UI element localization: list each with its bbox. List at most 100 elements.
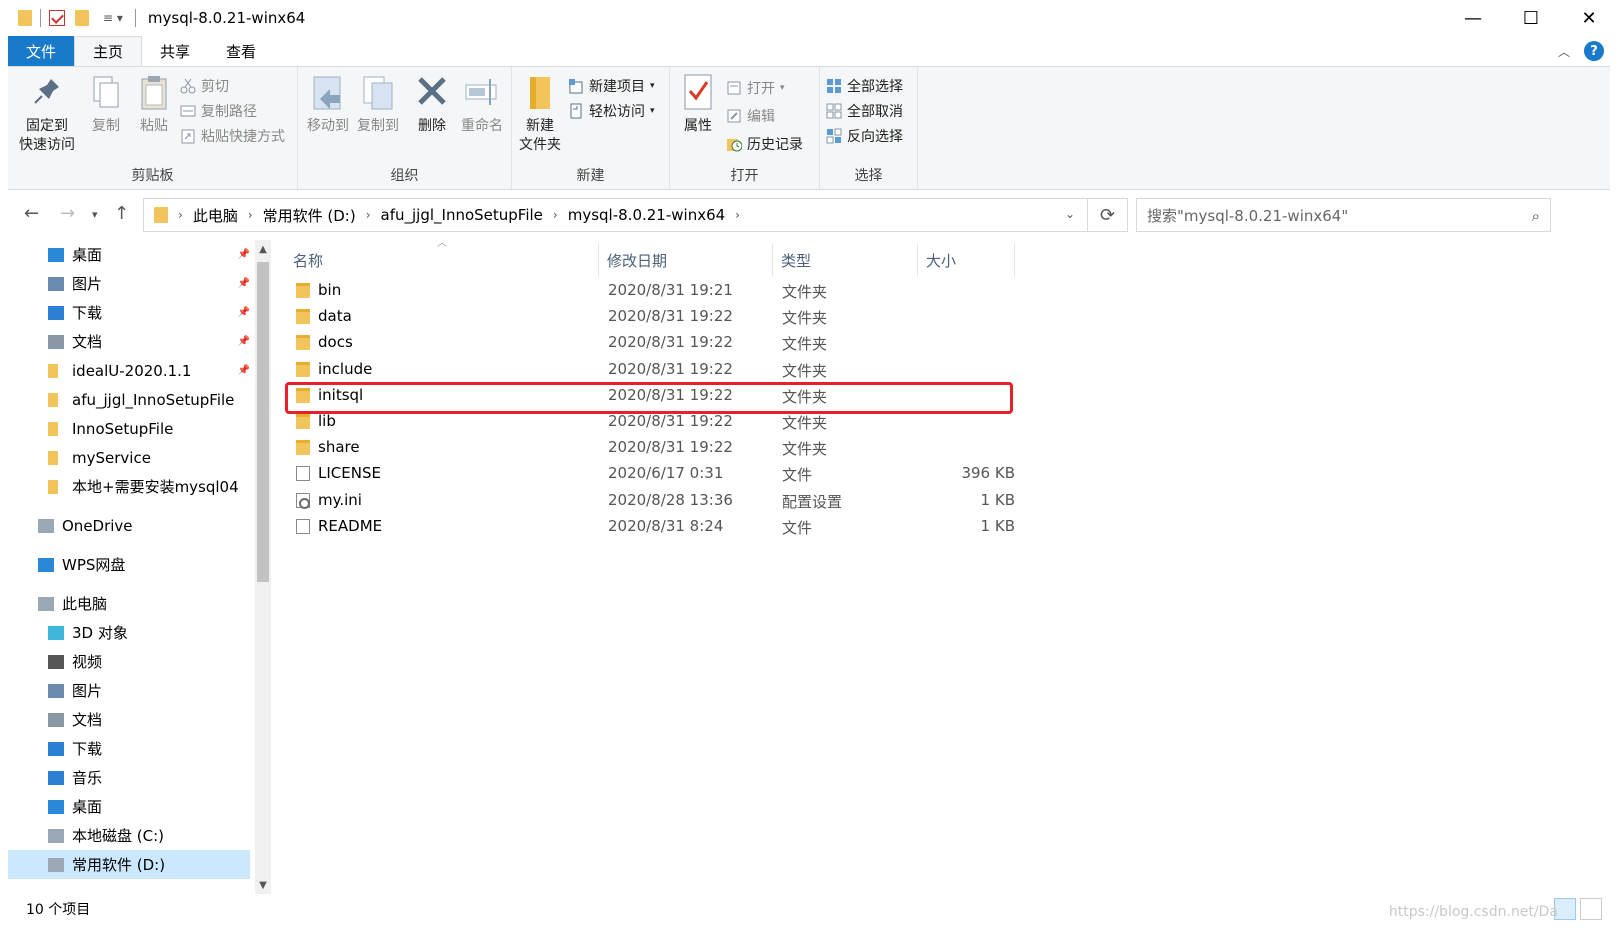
column-header-type[interactable]: 类型 xyxy=(773,244,918,276)
nav-item[interactable]: myService xyxy=(8,443,250,472)
nav-item[interactable]: 桌面 xyxy=(8,792,250,821)
delete-button[interactable]: 删除 xyxy=(412,73,452,136)
breadcrumb-afu-folder[interactable]: afu_jjgl_InnoSetupFile xyxy=(381,206,543,224)
tab-file[interactable]: 文件 xyxy=(8,36,74,66)
new-item-button[interactable]: 新建项目 ▾ xyxy=(568,75,655,97)
forward-button[interactable]: → xyxy=(60,203,75,224)
nav-item[interactable]: 视频 xyxy=(8,647,250,676)
nav-item[interactable]: 下载 xyxy=(8,734,250,763)
new-folder-icon[interactable] xyxy=(75,10,89,26)
close-button[interactable]: ✕ xyxy=(1560,0,1618,36)
help-icon[interactable]: ? xyxy=(1584,41,1604,61)
highlight-box xyxy=(285,382,1013,414)
nav-item[interactable]: idealU-2020.1.1 📌 xyxy=(8,356,250,385)
column-header-name[interactable]: 名称 xyxy=(285,244,599,276)
file-name: include xyxy=(318,359,373,378)
breadcrumb-this-pc[interactable]: 此电脑 xyxy=(193,205,238,226)
edit-button[interactable]: 编辑 xyxy=(726,105,775,127)
column-header-size[interactable]: 大小 xyxy=(918,244,1015,276)
file-size: 1 KB xyxy=(980,516,1015,535)
download-icon xyxy=(48,305,64,320)
address-bar[interactable]: › 此电脑 › 常用软件 (D:) › afu_jjgl_InnoSetupFi… xyxy=(143,198,1088,232)
drive-icon xyxy=(38,518,54,533)
select-none-label: 全部取消 xyxy=(847,104,903,120)
properties-icon[interactable] xyxy=(49,10,65,26)
nav-item[interactable]: InnoSetupFile xyxy=(8,414,250,443)
nav-item[interactable]: OneDrive xyxy=(8,511,250,540)
search-icon[interactable]: ⌕ xyxy=(1532,207,1540,225)
file-row[interactable]: LICENSE 2020/6/17 0:31 文件 396 KB xyxy=(285,460,1015,486)
invert-selection-icon xyxy=(826,128,842,144)
file-row[interactable]: bin 2020/8/31 19:21 文件夹 xyxy=(285,277,1015,303)
file-type: 文件 xyxy=(782,518,813,537)
chevron-down-icon: ▾ xyxy=(650,81,655,91)
nav-item[interactable]: 图片 📌 xyxy=(8,269,250,298)
chevron-down-icon[interactable]: ⌄ xyxy=(1065,207,1075,221)
nav-item[interactable]: WPS网盘 xyxy=(8,550,250,579)
file-row[interactable]: my.ini 2020/8/28 13:36 配置设置 1 KB xyxy=(285,487,1015,513)
history-button[interactable]: 历史记录 xyxy=(726,133,803,155)
file-row[interactable]: include 2020/8/31 19:22 文件夹 xyxy=(285,356,1015,382)
pin-icon: 📌 xyxy=(237,336,250,347)
chevron-right-icon[interactable]: › xyxy=(366,208,371,222)
nav-item[interactable]: 音乐 xyxy=(8,763,250,792)
nav-item[interactable]: 桌面 📌 xyxy=(8,240,250,269)
minimize-button[interactable]: — xyxy=(1444,0,1502,36)
pin-to-quick-access-button[interactable]: 固定到 快速访问 xyxy=(14,73,80,155)
chevron-right-icon[interactable]: › xyxy=(735,208,740,222)
tab-share[interactable]: 共享 xyxy=(142,36,208,66)
back-button[interactable]: ← xyxy=(24,203,39,224)
paste-button[interactable]: 粘贴 xyxy=(134,73,174,136)
paste-shortcut-button[interactable]: 粘贴快捷方式 xyxy=(180,125,285,147)
nav-item[interactable]: 图片 xyxy=(8,676,250,705)
copy-path-button[interactable]: 复制路径 xyxy=(180,100,257,122)
scrollbar-thumb[interactable] xyxy=(257,262,269,582)
chevron-right-icon[interactable]: › xyxy=(248,208,253,222)
nav-item[interactable]: afu_jjgl_InnoSetupFile xyxy=(8,385,250,414)
invert-selection-button[interactable]: 反向选择 xyxy=(826,125,903,147)
nav-scrollbar[interactable]: ▲ ▼ xyxy=(255,240,271,894)
select-none-icon xyxy=(826,103,842,119)
large-icons-view-button[interactable] xyxy=(1580,898,1602,920)
nav-item[interactable]: 文档 📌 xyxy=(8,327,250,356)
tab-home[interactable]: 主页 xyxy=(74,36,143,66)
breadcrumb-mysql-folder[interactable]: mysql-8.0.21-winx64 xyxy=(568,206,725,224)
chevron-right-icon[interactable]: › xyxy=(178,208,183,222)
select-all-button[interactable]: 全部选择 xyxy=(826,75,903,97)
paste-shortcut-label: 粘贴快捷方式 xyxy=(201,129,285,145)
breadcrumb-drive-d[interactable]: 常用软件 (D:) xyxy=(263,205,356,226)
scroll-up-icon[interactable]: ▲ xyxy=(255,240,271,258)
open-button[interactable]: 打开 ▾ xyxy=(726,77,785,99)
nav-item[interactable]: 本地磁盘 (C:) xyxy=(8,821,250,850)
rename-button[interactable]: 重命名 xyxy=(458,73,506,136)
file-row[interactable]: README 2020/8/31 8:24 文件 1 KB xyxy=(285,513,1015,539)
copy-button[interactable]: 复制 xyxy=(86,73,126,136)
file-row[interactable]: data 2020/8/31 19:22 文件夹 xyxy=(285,303,1015,329)
customize-toolbar-icon[interactable]: ≡ ▾ xyxy=(103,11,123,25)
nav-item[interactable]: 此电脑 xyxy=(8,589,250,618)
collapse-ribbon-icon[interactable]: ︿ xyxy=(1558,43,1570,60)
up-button[interactable]: ↑ xyxy=(114,203,129,224)
select-none-button[interactable]: 全部取消 xyxy=(826,100,903,122)
column-header-date[interactable]: 修改日期 xyxy=(599,244,773,276)
properties-button[interactable]: 属性 xyxy=(678,73,718,136)
nav-item[interactable]: 文档 xyxy=(8,705,250,734)
new-folder-button[interactable]: 新建 文件夹 xyxy=(516,73,564,155)
cut-button[interactable]: 剪切 xyxy=(180,75,229,97)
file-row[interactable]: share 2020/8/31 19:22 文件夹 xyxy=(285,434,1015,460)
move-to-button[interactable]: 移动到 xyxy=(304,73,352,136)
maximize-button[interactable]: ☐ xyxy=(1502,0,1560,36)
file-row[interactable]: docs 2020/8/31 19:22 文件夹 xyxy=(285,329,1015,355)
search-input[interactable]: 搜索"mysql-8.0.21-winx64" ⌕ xyxy=(1136,198,1551,232)
scroll-down-icon[interactable]: ▼ xyxy=(255,876,271,894)
nav-item[interactable]: 本地+需要安装mysql04 xyxy=(8,472,250,501)
copy-to-button[interactable]: 复制到 xyxy=(354,73,402,136)
easy-access-button[interactable]: 轻松访问 ▾ xyxy=(568,100,655,122)
chevron-right-icon[interactable]: › xyxy=(553,208,558,222)
tab-view[interactable]: 查看 xyxy=(208,36,274,66)
nav-item[interactable]: 下载 📌 xyxy=(8,298,250,327)
nav-item[interactable]: 常用软件 (D:) xyxy=(8,850,250,879)
refresh-button[interactable]: ⟳ xyxy=(1088,198,1128,232)
nav-item[interactable]: 3D 对象 xyxy=(8,618,250,647)
recent-locations-button[interactable]: ▾ xyxy=(92,208,98,221)
